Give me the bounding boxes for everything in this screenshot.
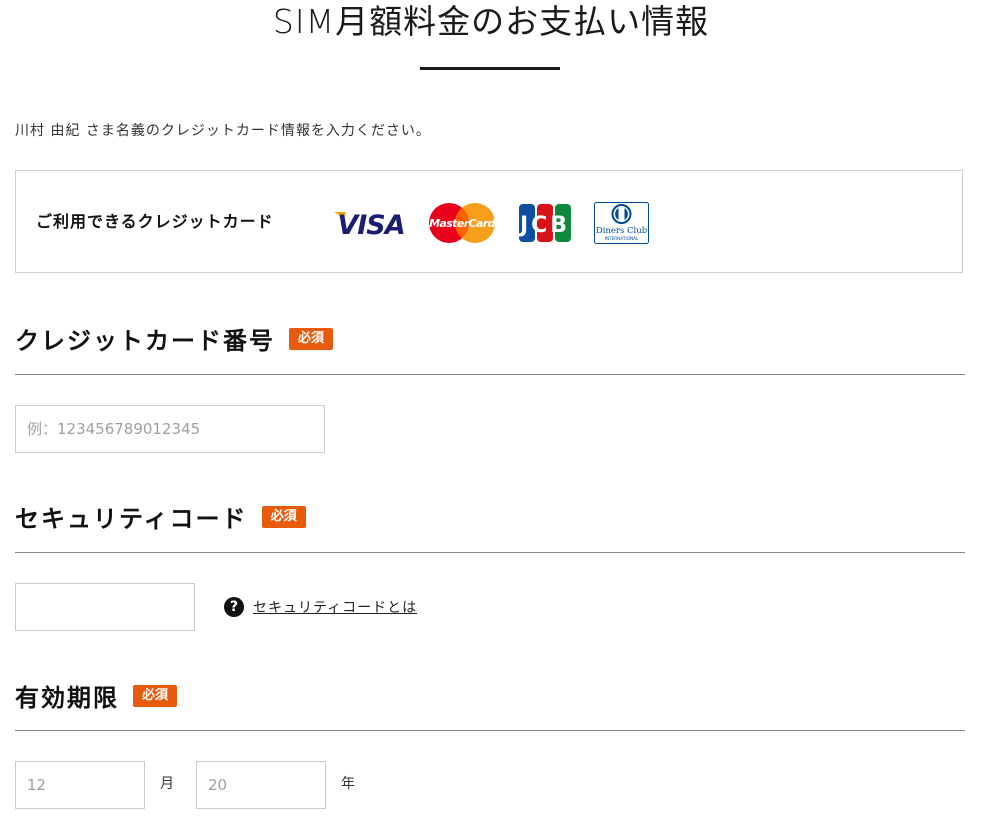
jcb-logo-text: JCB [518, 213, 570, 238]
page-title: SIM月額料金のお支払い情報 [272, 2, 710, 41]
card-number-divider [15, 374, 965, 375]
question-icon[interactable]: ? [224, 597, 244, 617]
accepted-cards-box: ご利用できるクレジットカード VISA MasterCard JCB Diner [15, 170, 963, 273]
expiry-month-input[interactable] [15, 761, 145, 809]
expiry-month-unit: 月 [160, 776, 174, 792]
security-code-help[interactable]: ? セキュリティコードとは [224, 596, 417, 618]
mastercard-logo-icon: MasterCard [429, 203, 496, 243]
required-badge: 必須 [133, 685, 178, 707]
security-code-help-link[interactable]: セキュリティコードとは [253, 597, 417, 617]
card-number-label: クレジットカード番号 [15, 327, 275, 355]
expiry-year-unit: 年 [341, 776, 355, 792]
mastercard-logo-text: MasterCard [429, 217, 496, 230]
security-code-divider [15, 552, 965, 553]
expiry-heading: 有効期限 必須 [15, 683, 178, 713]
diners-club-logo-icon: Diners Club INTERNATIONAL [594, 202, 649, 244]
card-number-input[interactable] [15, 405, 325, 453]
required-badge: 必須 [289, 328, 334, 350]
expiry-divider [15, 730, 965, 731]
card-number-heading: クレジットカード番号 必須 [15, 326, 334, 356]
diners-logo-subtext: INTERNATIONAL [605, 236, 639, 241]
security-code-label: セキュリティコード [15, 505, 248, 533]
payment-page: SIM月額料金のお支払い情報 川村 由紀 さま名義のクレジットカード情報を入力く… [0, 0, 982, 828]
accepted-cards-label: ご利用できるクレジットカード [36, 212, 274, 231]
security-code-input[interactable] [15, 583, 195, 631]
required-badge: 必須 [261, 506, 306, 528]
visa-logo-text: VISA [337, 210, 404, 240]
expiry-year-input[interactable] [196, 761, 326, 809]
title-underline [420, 67, 560, 70]
jcb-logo-icon: JCB [518, 204, 571, 242]
visa-logo-icon: VISA [334, 210, 406, 240]
diners-logo-text: Diners Club [596, 226, 648, 236]
intro-text: 川村 由紀 さま名義のクレジットカード情報を入力ください。 [15, 123, 431, 139]
expiry-label: 有効期限 [15, 684, 119, 712]
security-code-heading: セキュリティコード 必須 [15, 504, 306, 534]
